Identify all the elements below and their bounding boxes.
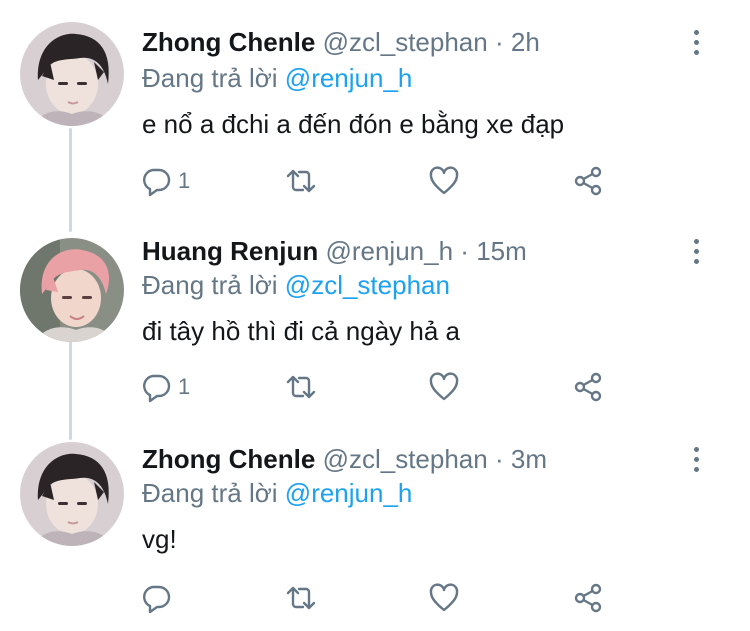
tweet[interactable]: Huang Renjun @renjun_h · 15m Đang trả lờ… [0,228,750,436]
timestamp[interactable]: 15m [476,236,527,266]
share-icon [574,166,602,196]
replying-to: Đang trả lời @zcl_stephan [142,268,450,302]
more-options-button[interactable] [684,25,708,59]
replying-to-prefix: Đang trả lời [142,63,278,93]
share-button[interactable] [572,580,604,616]
user-handle[interactable]: @zcl_stephan [323,444,488,474]
display-name[interactable]: Zhong Chenle [142,444,315,474]
user-handle[interactable]: @zcl_stephan [323,27,488,57]
tweet-header: Zhong Chenle @zcl_stephan · 2h [142,25,540,59]
tweet[interactable]: Zhong Chenle @zcl_stephan · 2h Đang trả … [0,0,750,228]
share-button[interactable] [572,163,604,199]
retweet-icon [286,169,316,193]
retweet-button[interactable] [285,580,317,616]
retweet-button[interactable] [285,369,317,405]
more-options-button[interactable] [684,442,708,476]
reply-button[interactable]: 1 [140,369,190,405]
reply-icon [143,374,171,403]
reply-thread: Zhong Chenle @zcl_stephan · 2h Đang trả … [0,0,750,631]
tweet-text: đi tây hồ thì đi cả ngày hả a [142,316,460,346]
retweet-icon [286,375,316,399]
heart-icon [429,166,459,195]
tweet-actions [140,580,620,616]
reply-icon [143,168,171,197]
replying-to-prefix: Đang trả lời [142,478,278,508]
avatar[interactable] [20,238,124,342]
timestamp[interactable]: 2h [511,27,540,57]
share-icon [574,372,602,402]
display-name[interactable]: Zhong Chenle [142,27,315,57]
replying-to-link[interactable]: @renjun_h [285,63,413,93]
avatar[interactable] [20,22,124,126]
tweet[interactable]: Zhong Chenle @zcl_stephan · 3m Đang trả … [0,436,750,631]
heart-icon [429,372,459,401]
more-options-icon [693,446,699,452]
heart-icon [429,583,459,612]
reply-count: 1 [178,374,191,399]
like-button[interactable] [428,163,460,199]
retweet-button[interactable] [285,163,317,199]
more-options-icon [693,238,699,244]
user-handle[interactable]: @renjun_h [325,236,453,266]
timestamp[interactable]: 3m [511,444,547,474]
share-icon [574,583,602,613]
more-options-icon [693,29,699,35]
user-avatar-icon [20,238,124,342]
replying-to-link[interactable]: @renjun_h [285,478,413,508]
share-button[interactable] [572,369,604,405]
replying-to: Đang trả lời @renjun_h [142,61,412,95]
more-options-button[interactable] [684,234,708,268]
replying-to-link[interactable]: @zcl_stephan [285,270,450,300]
tweet-text: vg! [142,524,177,554]
tweet-header: Huang Renjun @renjun_h · 15m [142,234,527,268]
reply-count: 1 [178,168,191,193]
tweet-actions: 1 [140,369,620,405]
reply-icon [143,585,171,614]
tweet-actions: 1 [140,163,620,199]
user-avatar-icon [20,442,124,546]
separator-dot: · [494,444,504,474]
replying-to-prefix: Đang trả lời [142,270,278,300]
separator-dot: · [460,236,469,266]
replying-to: Đang trả lời @renjun_h [142,476,412,510]
avatar[interactable] [20,442,124,546]
like-button[interactable] [428,580,460,616]
tweet-text: e nổ a đchi a đến đón e bằng xe đạp [142,109,565,139]
user-avatar-icon [20,22,124,126]
retweet-icon [286,586,316,610]
separator-dot: · [494,27,504,57]
like-button[interactable] [428,369,460,405]
reply-button[interactable]: 1 [140,163,190,199]
display-name[interactable]: Huang Renjun [142,236,318,266]
tweet-header: Zhong Chenle @zcl_stephan · 3m [142,442,547,476]
reply-button[interactable] [140,580,178,616]
